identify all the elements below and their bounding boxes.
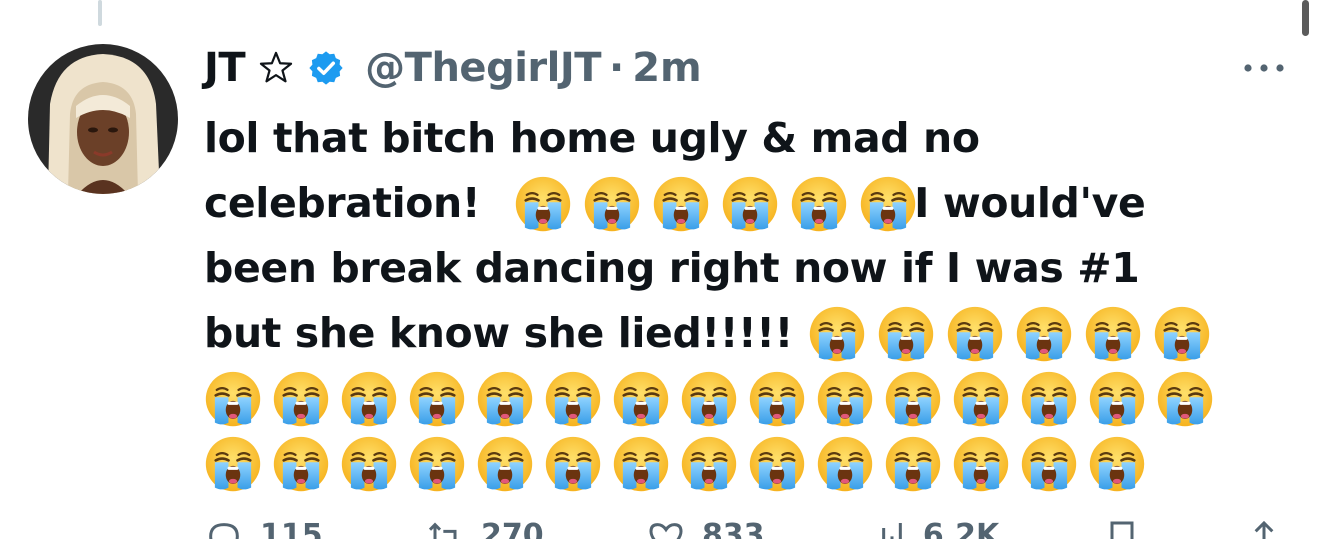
loudly-crying-face-icon: [204, 370, 262, 428]
loudly-crying-face-icon: [652, 175, 710, 233]
retweet-button[interactable]: 270: [425, 518, 544, 539]
reply-icon: [209, 523, 239, 539]
views-button[interactable]: 6.2K: [867, 518, 999, 539]
avatar[interactable]: [28, 44, 178, 194]
timestamp[interactable]: 2m: [632, 45, 702, 91]
reply-count: 115: [260, 518, 323, 539]
loudly-crying-face-icon: [816, 435, 874, 493]
star-outline-icon: [257, 49, 295, 87]
loudly-crying-face-icon: [877, 305, 935, 363]
verified-badge-icon[interactable]: [307, 49, 345, 87]
views-count: 6.2K: [922, 518, 1000, 539]
separator-dot: ·: [609, 45, 625, 91]
loudly-crying-face-icon: [1088, 435, 1146, 493]
scrollbar-thumb[interactable]: [1302, 0, 1309, 36]
loudly-crying-face-icon: [272, 370, 330, 428]
loudly-crying-face-icon: [680, 370, 738, 428]
more-options-icon[interactable]: [1242, 58, 1286, 78]
loudly-crying-face-icon: [1020, 435, 1078, 493]
loudly-crying-face-icon: [859, 175, 917, 233]
loudly-crying-face-icon: [1084, 305, 1142, 363]
loudly-crying-face-icon: [544, 435, 602, 493]
tweet[interactable]: JT @ThegirlJT · 2m lol that bitch home u…: [0, 0, 1320, 539]
loudly-crying-face-icon: [1088, 370, 1146, 428]
loudly-crying-face-icon: [1015, 305, 1073, 363]
loudly-crying-face-icon: [952, 435, 1010, 493]
author-handle[interactable]: @ThegirlJT: [365, 45, 601, 91]
loudly-crying-face-icon: [408, 370, 466, 428]
display-name[interactable]: JT: [204, 45, 246, 91]
tweet-header: JT @ThegirlJT · 2m: [204, 40, 702, 96]
loudly-crying-face-icon: [1156, 370, 1214, 428]
loudly-crying-face-icon: [204, 435, 262, 493]
loudly-crying-face-icon: [790, 175, 848, 233]
heart-icon: [649, 523, 683, 539]
loudly-crying-face-icon: [946, 305, 1004, 363]
tweet-line-2-tail: I would've: [914, 179, 1146, 227]
loudly-crying-face-icon: [476, 370, 534, 428]
tweet-line-1: lol that bitch home ugly & mad no: [204, 114, 980, 162]
loudly-crying-face-icon: [612, 435, 670, 493]
loudly-crying-face-icon: [680, 435, 738, 493]
loudly-crying-face-icon: [1153, 305, 1211, 363]
loudly-crying-face-icon: [544, 370, 602, 428]
loudly-crying-face-icon: [514, 175, 572, 233]
loudly-crying-face-icon: [884, 370, 942, 428]
tweet-actions: 115 270 833 6.2K: [204, 518, 1284, 539]
retweet-count: 270: [480, 518, 544, 539]
loudly-crying-face-icon: [816, 370, 874, 428]
like-count: 833: [701, 518, 765, 539]
emoji-row-6: [204, 435, 1146, 495]
bookmark-icon: [1110, 521, 1134, 539]
loudly-crying-face-icon: [340, 370, 398, 428]
reply-button[interactable]: 115: [204, 518, 323, 539]
loudly-crying-face-icon: [721, 175, 779, 233]
loudly-crying-face-icon: [1020, 370, 1078, 428]
loudly-crying-face-icon: [612, 370, 670, 428]
tweet-line-3: been break dancing right now if I was #1: [204, 244, 1140, 292]
loudly-crying-face-icon: [476, 435, 534, 493]
bookmark-button[interactable]: [1102, 518, 1142, 539]
share-icon: [1254, 520, 1274, 539]
tweet-line-2-text: celebration!: [204, 179, 481, 227]
loudly-crying-face-icon: [408, 435, 466, 493]
thread-connector-line: [98, 0, 102, 26]
loudly-crying-face-icon: [748, 370, 806, 428]
share-button[interactable]: [1244, 518, 1284, 539]
loudly-crying-face-icon: [952, 370, 1010, 428]
retweet-icon: [428, 522, 457, 539]
loudly-crying-face-icon: [272, 435, 330, 493]
loudly-crying-face-icon: [340, 435, 398, 493]
loudly-crying-face-icon: [748, 435, 806, 493]
views-icon: [882, 523, 902, 539]
loudly-crying-face-icon: [808, 305, 866, 363]
like-button[interactable]: 833: [646, 518, 765, 539]
loudly-crying-face-icon: [583, 175, 641, 233]
loudly-crying-face-icon: [884, 435, 942, 493]
emoji-row-5: [204, 370, 1214, 430]
